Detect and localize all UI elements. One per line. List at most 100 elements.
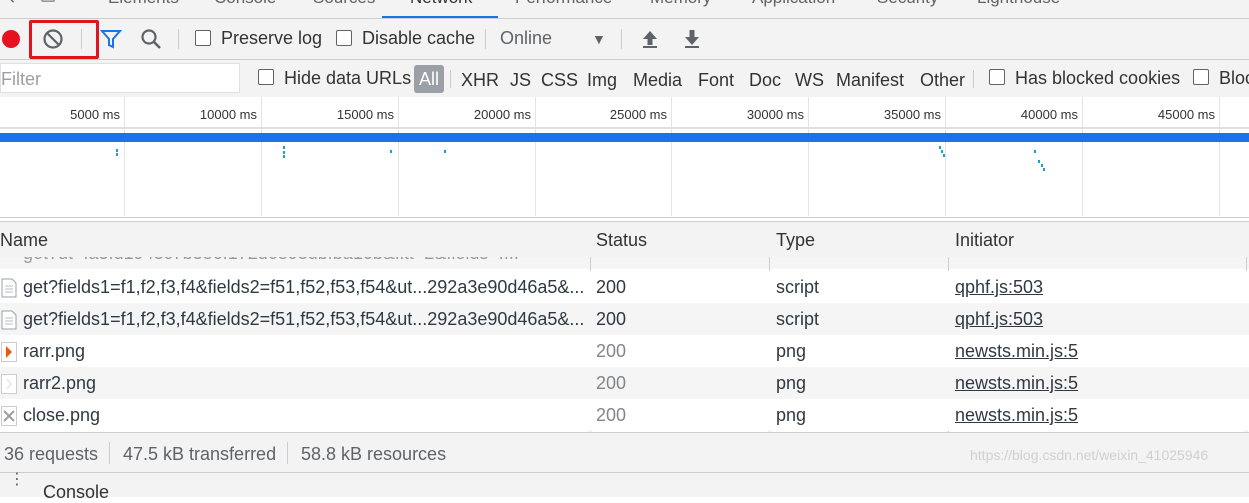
tab-console[interactable]: Console <box>214 0 276 8</box>
filter-type-media[interactable]: Media <box>633 70 682 91</box>
column-header-initiator[interactable]: Initiator <box>955 230 1014 251</box>
row-name: get?fields1=f1,f2,f3,f4&fields2=f51,f52,… <box>23 309 585 329</box>
filter-input[interactable]: Filter <box>1 69 41 90</box>
blocked-requests-checkbox[interactable] <box>1193 69 1209 85</box>
preserve-log-label[interactable]: Preserve log <box>221 28 322 49</box>
timeline-bar <box>0 133 1249 142</box>
network-toolbar: Preserve log Disable cache Online ▼ <box>0 19 1249 60</box>
separator <box>81 29 82 49</box>
table-row[interactable]: get?ut=fa5fd1943c7b386f172d6893dbfba10b&… <box>0 257 1249 269</box>
record-icon[interactable] <box>2 30 20 48</box>
export-har-icon[interactable] <box>682 28 702 50</box>
request-marker <box>390 150 392 153</box>
filter-input-box[interactable]: Filter <box>0 63 240 93</box>
row-initiator-link[interactable]: newsts.min.js:5 <box>955 341 1078 362</box>
table-row[interactable]: get?fields1=f1,f2,f3,f4&fields2=f51,f52,… <box>0 303 1249 335</box>
separator <box>450 70 451 88</box>
active-tab-indicator <box>382 16 498 18</box>
row-name: close.png <box>23 405 101 425</box>
overview-divider <box>0 127 1249 129</box>
request-marker <box>283 146 285 149</box>
filter-type-ws[interactable]: WS <box>795 70 824 91</box>
filter-type-other[interactable]: Other <box>920 70 965 91</box>
tab-application[interactable]: Application <box>752 0 835 8</box>
chevron-down-icon[interactable]: ▼ <box>592 31 606 47</box>
preserve-log-checkbox[interactable] <box>195 30 211 46</box>
watermark: https://blog.csdn.net/weixin_41025946 <box>970 447 1209 463</box>
timeline-tick: 30000 ms <box>746 107 804 122</box>
grid-line <box>535 97 536 216</box>
device-toolbar-icon[interactable]: ▭ <box>40 0 56 8</box>
inspect-icon[interactable]: ↖ <box>2 0 16 8</box>
column-header-name[interactable]: Name <box>0 230 48 251</box>
blocked-requests-label[interactable]: Bloc <box>1219 68 1249 89</box>
separator <box>287 442 288 464</box>
filter-type-css[interactable]: CSS <box>541 70 578 91</box>
network-overview[interactable]: 5000 ms 10000 ms 15000 ms 20000 ms 25000… <box>0 97 1249 218</box>
row-initiator-link[interactable]: newsts.min.js:5 <box>955 405 1078 426</box>
filter-icon[interactable] <box>100 29 122 49</box>
request-count: 36 requests <box>4 444 99 464</box>
timeline-tick: 25000 ms <box>609 107 667 122</box>
network-status-bar: 36 requests 47.5 kB transferred 58.8 kB … <box>0 432 1249 473</box>
tab-memory[interactable]: Memory <box>650 0 711 8</box>
request-marker <box>1034 150 1036 153</box>
table-row[interactable]: rarr2.png 200 png newsts.min.js:5 <box>0 367 1249 399</box>
tab-lighthouse[interactable]: Lighthouse <box>977 0 1060 8</box>
column-header-type[interactable]: Type <box>776 230 815 251</box>
tab-sources[interactable]: Sources <box>313 0 375 8</box>
row-status: 200 <box>596 341 627 361</box>
image-arrow-icon <box>1 342 17 362</box>
filter-type-img[interactable]: Img <box>587 70 617 91</box>
filter-type-xhr[interactable]: XHR <box>461 70 499 91</box>
tab-performance[interactable]: Performance <box>515 0 612 8</box>
grid-line <box>808 97 809 216</box>
table-row[interactable]: get?fields1=f1,f2,f3,f4&fields2=f51,f52,… <box>0 271 1249 303</box>
hide-data-urls-checkbox[interactable] <box>258 69 274 85</box>
request-table-body: get?ut=fa5fd1943c7b386f172d6893dbfba10b&… <box>0 257 1249 432</box>
request-table-header: Name Status Type Initiator <box>0 221 1249 258</box>
blocked-cookies-checkbox[interactable] <box>989 69 1005 85</box>
request-marker <box>116 153 118 156</box>
row-name: rarr.png <box>23 341 86 361</box>
request-marker <box>941 150 943 153</box>
blocked-cookies-label[interactable]: Has blocked cookies <box>1015 68 1180 89</box>
image-close-icon <box>1 406 17 426</box>
tab-security[interactable]: Security <box>877 0 938 8</box>
document-icon <box>1 278 17 298</box>
grid-line <box>1082 97 1083 216</box>
search-icon[interactable] <box>140 28 162 50</box>
request-marker <box>1038 160 1040 163</box>
more-options-icon[interactable]: ⋮ <box>9 472 25 488</box>
import-har-icon[interactable] <box>640 28 660 50</box>
grid-line <box>1219 97 1220 216</box>
filter-type-js[interactable]: JS <box>510 70 531 91</box>
tab-elements[interactable]: Elements <box>108 0 179 8</box>
row-initiator-link[interactable]: qphf.js:503 <box>955 277 1043 298</box>
image-blank-icon <box>1 374 17 394</box>
drawer-tab-console[interactable]: Console <box>43 482 109 503</box>
filter-type-font[interactable]: Font <box>698 70 734 91</box>
timeline-tick: 35000 ms <box>883 107 941 122</box>
table-row[interactable]: rarr.png 200 png newsts.min.js:5 <box>0 335 1249 367</box>
hide-data-urls-label[interactable]: Hide data URLs <box>284 68 411 89</box>
row-initiator-link[interactable]: newsts.min.js:5 <box>955 373 1078 394</box>
separator <box>621 29 622 49</box>
table-row[interactable]: close.png 200 png newsts.min.js:5 <box>0 399 1249 431</box>
tab-network[interactable]: Network <box>410 0 472 8</box>
filter-type-doc[interactable]: Doc <box>749 70 781 91</box>
grid-line <box>398 97 399 216</box>
row-status: 200 <box>596 309 627 329</box>
timeline-tick: 45000 ms <box>1157 107 1215 122</box>
filter-type-manifest[interactable]: Manifest <box>836 70 904 91</box>
throttling-select[interactable]: Online <box>500 28 552 49</box>
row-initiator-link[interactable]: qphf.js:503 <box>955 309 1043 330</box>
disable-cache-checkbox[interactable] <box>336 30 352 46</box>
separator <box>973 70 974 88</box>
request-marker <box>943 154 945 157</box>
row-status: 200 <box>596 405 627 425</box>
grid-line <box>671 97 672 216</box>
column-header-status[interactable]: Status <box>596 230 647 251</box>
filter-type-all[interactable]: All <box>414 65 444 93</box>
disable-cache-label[interactable]: Disable cache <box>362 28 475 49</box>
